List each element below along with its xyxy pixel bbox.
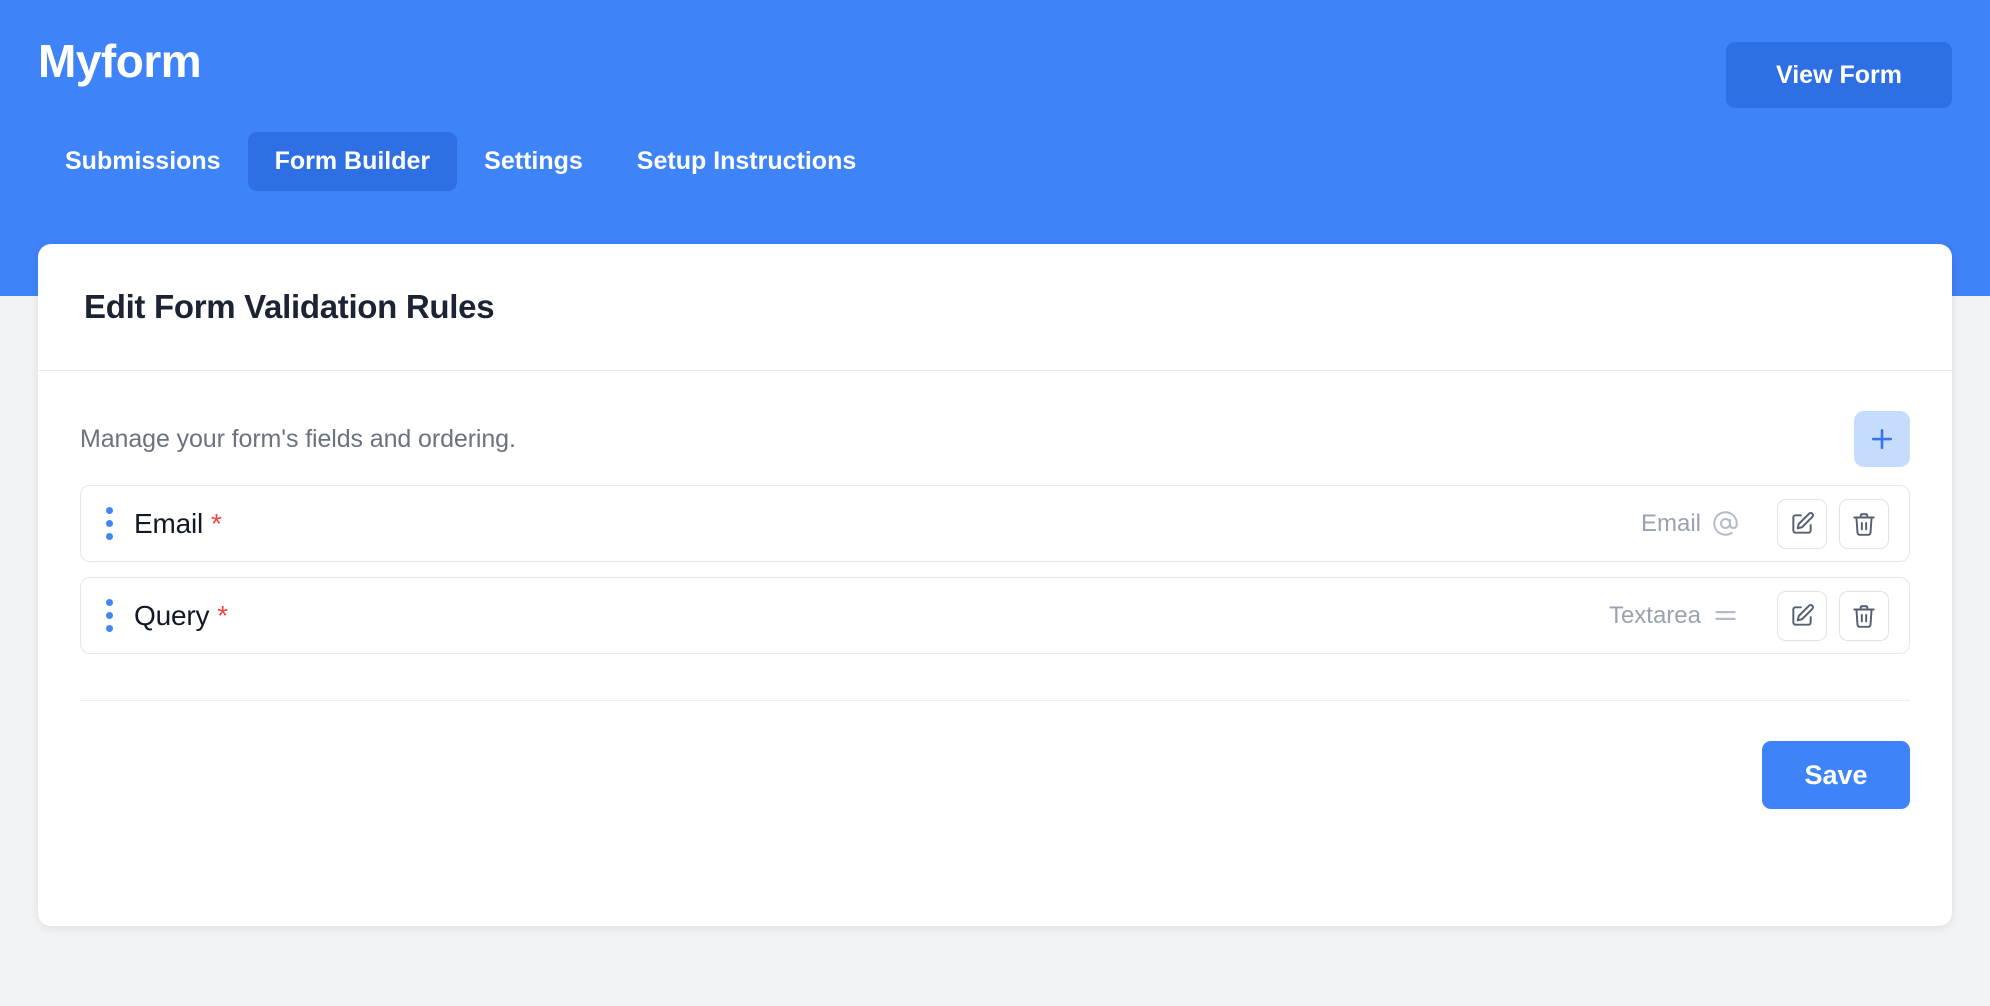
field-type-badge: Textarea — [1609, 602, 1739, 630]
app-brand-title: Myform — [38, 35, 202, 87]
tab-form-builder[interactable]: Form Builder — [247, 132, 458, 191]
card-footer: Save — [80, 700, 1910, 809]
required-marker: * — [211, 507, 222, 539]
drag-dots-icon[interactable] — [98, 596, 120, 636]
drag-dots-icon[interactable] — [98, 504, 120, 544]
table-row[interactable]: Query * Textarea — [80, 577, 1910, 654]
tab-submissions[interactable]: Submissions — [38, 132, 248, 191]
fields-toolbar: Manage your form's fields and ordering. — [80, 401, 1910, 477]
card-header: Edit Form Validation Rules — [38, 244, 1952, 371]
field-type-label: Email — [1640, 509, 1701, 537]
save-button[interactable]: Save — [1762, 741, 1910, 809]
field-label: Query — [134, 599, 210, 631]
plus-icon — [1871, 428, 1893, 450]
text-lines-icon — [1715, 611, 1736, 620]
tab-settings[interactable]: Settings — [457, 132, 610, 191]
page-title: Edit Form Validation Rules — [84, 288, 495, 325]
edit-pencil-icon — [1792, 511, 1814, 534]
view-form-button[interactable]: View Form — [1726, 42, 1952, 108]
card-body: Manage your form's fields and ordering. … — [38, 371, 1952, 654]
trash-icon — [1853, 604, 1875, 628]
trash-icon — [1853, 512, 1875, 536]
fields-description: Manage your form's fields and ordering. — [80, 424, 516, 453]
required-marker: * — [217, 599, 229, 631]
add-field-button[interactable] — [1854, 411, 1910, 467]
edit-field-button[interactable] — [1777, 590, 1827, 641]
field-label: Email — [134, 507, 204, 539]
edit-pencil-icon — [1792, 603, 1814, 626]
delete-field-button[interactable] — [1839, 498, 1889, 549]
form-fields-list: Email * Email Query * Textarea — [80, 485, 1910, 654]
delete-field-button[interactable] — [1839, 590, 1889, 641]
field-type-badge: Email — [1641, 510, 1739, 538]
edit-field-button[interactable] — [1777, 498, 1827, 549]
table-row[interactable]: Email * Email — [80, 485, 1910, 562]
at-sign-icon — [1713, 511, 1738, 536]
main-navigation-tabs: Submissions Form Builder Settings Setup … — [38, 132, 883, 191]
field-type-label: Textarea — [1608, 601, 1701, 629]
tab-setup-instructions[interactable]: Setup Instructions — [610, 132, 883, 191]
form-builder-card: Edit Form Validation Rules Manage your f… — [38, 244, 1952, 926]
